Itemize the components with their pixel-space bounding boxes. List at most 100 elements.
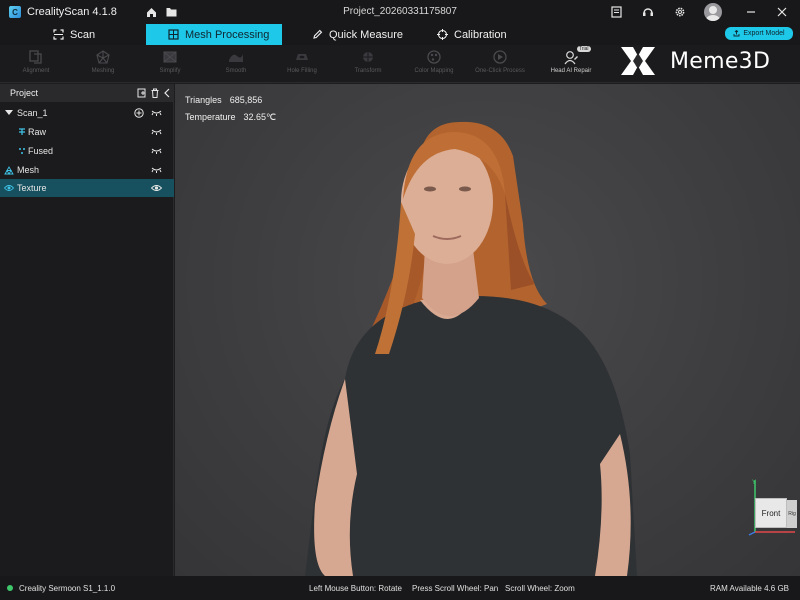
hole-filling-icon	[293, 49, 311, 65]
export-icon	[733, 30, 740, 37]
main-tabs: Scan Mesh Processing Quick Measure Calib…	[0, 24, 800, 45]
app-logo-icon: C	[9, 6, 21, 18]
add-circle-icon[interactable]	[134, 108, 144, 118]
temperature-stat: Temperature 32.65℃	[185, 109, 276, 126]
tool-alignment-label: Alignment	[22, 68, 50, 74]
tree-item-mesh[interactable]: Mesh	[0, 161, 174, 179]
export-model-button[interactable]: Export Model	[725, 27, 793, 40]
export-model-label: Export Model	[743, 30, 785, 37]
close-icon[interactable]	[775, 5, 789, 19]
sidebar-title: Project	[10, 88, 39, 98]
transform-icon	[359, 49, 377, 65]
app-title: CrealityScan 4.1.8	[27, 6, 117, 18]
settings-gear-icon[interactable]	[673, 5, 687, 19]
view-cube-right[interactable]: Rig	[787, 500, 797, 528]
tool-hole-filling[interactable]: Hole Filling	[272, 49, 332, 81]
tree-item-scan-1[interactable]: Scan_1	[0, 104, 174, 122]
eye-hidden-icon[interactable]	[150, 127, 162, 137]
sidebar-header: Project	[0, 84, 174, 102]
delete-icon[interactable]	[149, 87, 161, 99]
hint-zoom: Scroll Wheel: Zoom	[505, 584, 575, 593]
user-avatar[interactable]	[704, 3, 722, 21]
device-name: Creality Sermoon S1_1.1.0	[19, 584, 116, 593]
hint-pan: Press Scroll Wheel: Pan	[412, 584, 499, 593]
tool-one-click-process[interactable]: One-Click Process	[470, 49, 530, 81]
tool-color-mapping[interactable]: Color Mapping	[404, 49, 464, 81]
eye-hidden-icon[interactable]	[150, 108, 162, 118]
tool-head-ai-repair[interactable]: Trial Head AI Repair	[541, 46, 601, 81]
tab-quick-measure[interactable]: Quick Measure	[312, 24, 403, 45]
tab-scan[interactable]: Scan	[53, 24, 95, 45]
status-bar: Creality Sermoon S1_1.1.0 Left Mouse But…	[0, 576, 800, 600]
project-sidebar: Project Scan_1 Raw Fused Mesh Texture	[0, 84, 174, 576]
trial-badge: Trial	[577, 46, 591, 52]
tree-item-texture[interactable]: Texture	[0, 179, 174, 197]
model-stats: Triangles 685,856 Temperature 32.65℃	[185, 92, 276, 126]
home-icon[interactable]	[144, 5, 158, 19]
tab-calibration-label: Calibration	[454, 28, 507, 41]
simplify-icon	[161, 49, 179, 65]
headset-icon[interactable]	[641, 5, 655, 19]
brand-watermark: Meme3D	[620, 46, 770, 76]
tool-meshing-label: Meshing	[91, 68, 115, 74]
scan-icon	[53, 29, 64, 40]
minimize-icon[interactable]	[744, 5, 758, 19]
temperature-label: Temperature	[185, 112, 236, 122]
tab-mesh-processing-label: Mesh Processing	[185, 28, 270, 41]
view-cube-widget[interactable]: Y Front Rig	[747, 476, 799, 536]
collapse-panel-icon[interactable]	[161, 87, 173, 99]
tool-smooth[interactable]: Smooth	[206, 49, 266, 81]
tool-transform[interactable]: Transform	[338, 49, 398, 81]
tool-simplify-label: Simplify	[159, 68, 181, 74]
eye-hidden-icon[interactable]	[150, 165, 162, 175]
textured-scan-model[interactable]	[175, 84, 800, 576]
brand-name: Meme3D	[670, 48, 771, 74]
temperature-value: 32.65℃	[243, 112, 277, 122]
tree-item-raw-label: Raw	[28, 127, 47, 137]
title-bar: C CrealityScan 4.1.8 Project_20260331175…	[0, 0, 800, 24]
meme3d-logo-icon	[621, 47, 655, 75]
tree-item-fused[interactable]: Fused	[0, 142, 174, 160]
triangles-stat: Triangles 685,856	[185, 92, 276, 109]
meshing-icon	[94, 49, 112, 65]
fused-points-icon	[17, 146, 27, 156]
tab-calibration[interactable]: Calibration	[437, 24, 507, 45]
texture-eye-icon	[4, 183, 14, 193]
tree-item-scan-1-label: Scan_1	[17, 108, 48, 118]
tree-item-texture-label: Texture	[17, 183, 47, 193]
raw-points-icon	[17, 127, 27, 137]
3d-viewport[interactable]: Triangles 685,856 Temperature 32.65℃ Y Fro…	[175, 84, 800, 576]
tree-item-raw[interactable]: Raw	[0, 123, 174, 141]
caret-down-icon[interactable]	[4, 108, 14, 118]
view-cube-front[interactable]: Front	[755, 498, 787, 528]
mesh-icon	[4, 165, 14, 175]
tool-alignment[interactable]: Alignment	[6, 49, 66, 81]
svg-text:Y: Y	[752, 480, 756, 486]
tool-meshing[interactable]: Meshing	[73, 49, 133, 81]
new-file-icon[interactable]	[136, 87, 148, 99]
tool-transform-label: Transform	[354, 68, 382, 74]
hint-rotate: Left Mouse Button: Rotate	[309, 584, 402, 593]
tool-smooth-label: Smooth	[225, 68, 247, 74]
triangles-label: Triangles	[185, 95, 222, 105]
tool-simplify[interactable]: Simplify	[140, 49, 200, 81]
eye-visible-icon[interactable]	[150, 183, 162, 193]
tool-hole-filling-label: Hole Filling	[287, 68, 317, 74]
alignment-icon	[27, 49, 45, 65]
tool-head-ai-repair-label: Head AI Repair	[550, 68, 592, 74]
tab-quick-measure-label: Quick Measure	[329, 28, 403, 41]
tool-one-click-process-label: One-Click Process	[475, 68, 525, 74]
tab-scan-label: Scan	[70, 28, 96, 41]
folder-icon[interactable]	[164, 5, 178, 19]
tree-item-fused-label: Fused	[28, 146, 54, 156]
triangles-value: 685,856	[229, 95, 263, 105]
pencil-icon	[312, 29, 323, 40]
ram-available: RAM Available 4.6 GB	[710, 584, 790, 593]
mesh-processing-icon	[168, 29, 179, 40]
document-icon[interactable]	[609, 5, 623, 19]
eye-hidden-icon[interactable]	[150, 146, 162, 156]
connection-status-dot	[7, 585, 13, 591]
tree-item-mesh-label: Mesh	[17, 165, 40, 175]
tab-mesh-processing[interactable]: Mesh Processing	[146, 24, 282, 45]
smooth-icon	[227, 49, 245, 65]
